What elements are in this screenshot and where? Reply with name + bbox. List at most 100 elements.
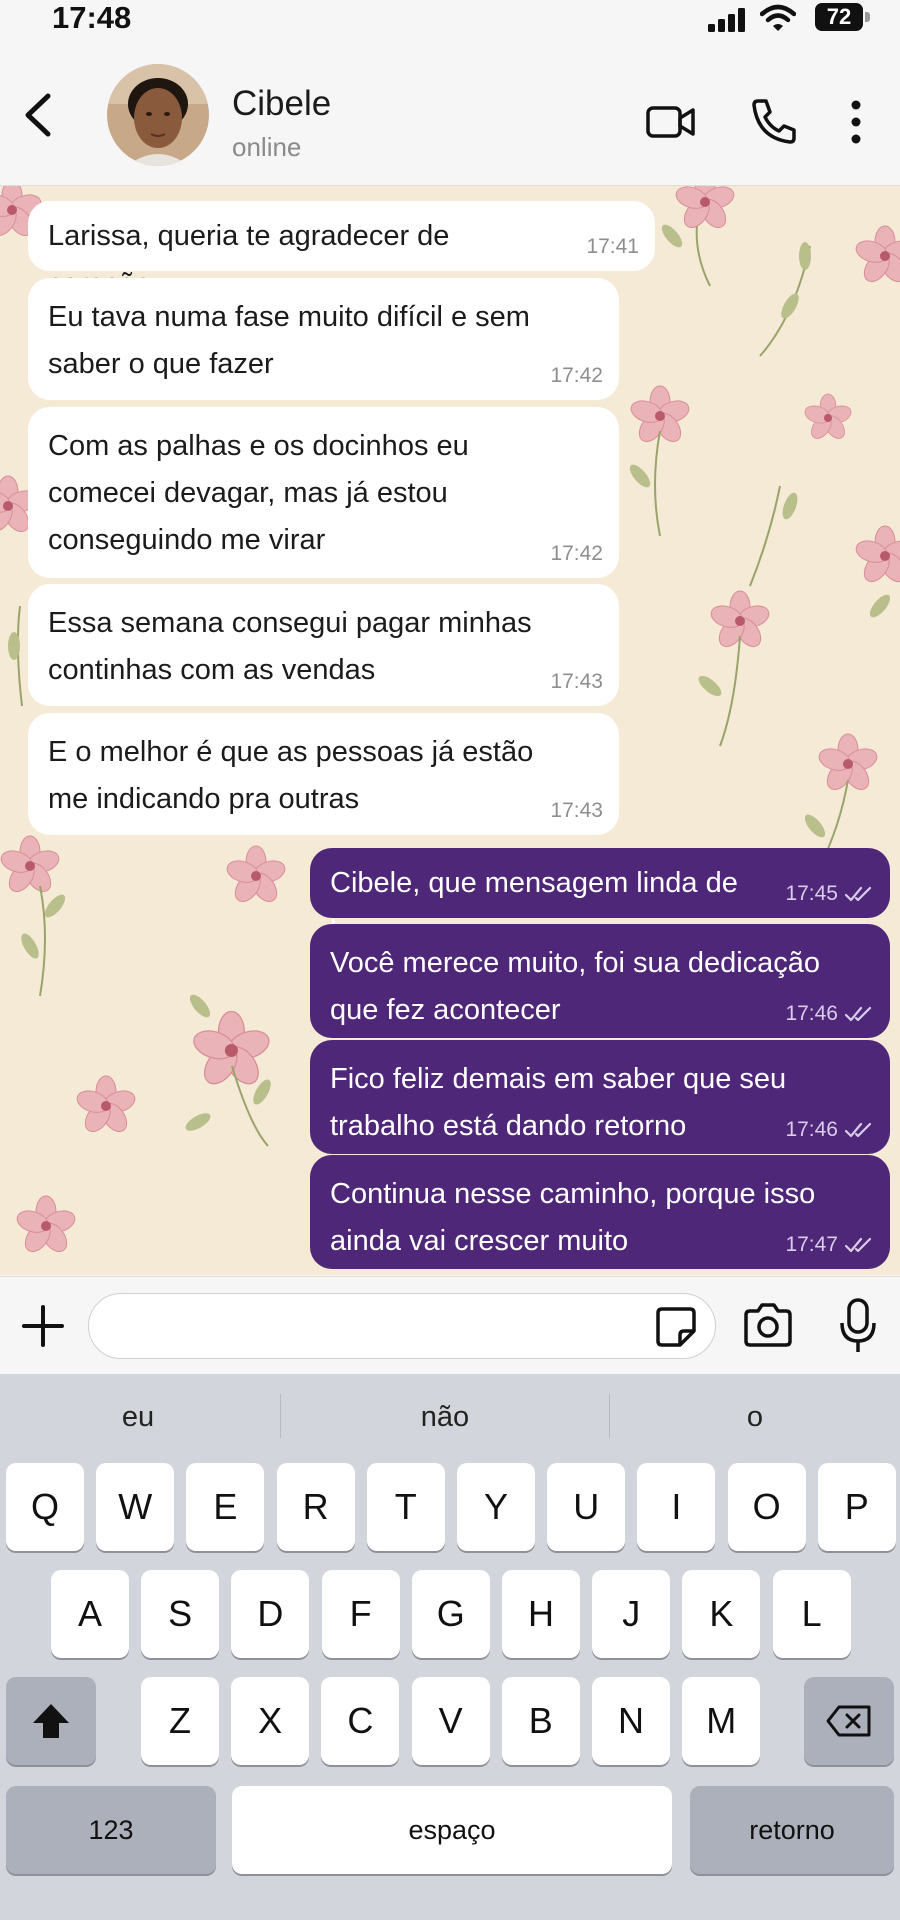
double-check-icon	[844, 887, 872, 902]
key-u[interactable]: U	[547, 1463, 626, 1551]
key-f[interactable]: F	[321, 1570, 400, 1658]
key-label: B	[528, 1700, 553, 1741]
message-text: Continua nesse caminho, porque isso aind…	[330, 1178, 816, 1257]
key-label: S	[168, 1593, 193, 1634]
key-label: W	[118, 1486, 153, 1527]
suggestion-3[interactable]: o	[610, 1374, 900, 1460]
key-e[interactable]: E	[186, 1463, 265, 1551]
key-label: A	[77, 1593, 102, 1634]
wifi-icon	[760, 4, 796, 31]
outgoing-message[interactable]: Fico feliz demais em saber que seu traba…	[310, 1040, 890, 1154]
outgoing-message[interactable]: Você merece muito, foi sua dedicação que…	[310, 924, 890, 1038]
key-w[interactable]: W	[96, 1463, 175, 1551]
key-b[interactable]: B	[501, 1677, 580, 1765]
more-icon[interactable]	[838, 98, 874, 146]
key-n[interactable]: N	[592, 1677, 670, 1765]
incoming-message[interactable]: Com as palhas e os docinhos eu comecei d…	[28, 407, 619, 578]
key-a[interactable]: A	[51, 1570, 129, 1658]
key-label: T	[394, 1486, 417, 1527]
battery-indicator: 72	[815, 3, 873, 31]
incoming-message[interactable]: Eu tava numa fase muito difícil e sem sa…	[28, 278, 619, 400]
battery-level: 72	[815, 3, 863, 31]
key-g[interactable]: G	[411, 1570, 490, 1658]
suggestion-1[interactable]: eu	[0, 1374, 276, 1460]
key-t[interactable]: T	[366, 1463, 445, 1551]
message-meta: 17:46	[785, 1118, 874, 1142]
double-check-icon	[844, 1007, 872, 1022]
backspace-icon	[826, 1705, 871, 1737]
space-key[interactable]: espaço	[232, 1786, 672, 1874]
key-i[interactable]: I	[637, 1463, 716, 1551]
sticker-icon[interactable]	[654, 1305, 698, 1349]
return-key[interactable]: retorno	[690, 1786, 894, 1874]
key-label: retorno	[749, 1815, 835, 1845]
message-time: 17:42	[550, 364, 603, 387]
incoming-message[interactable]: E o melhor é que as pessoas já estão me …	[28, 713, 619, 835]
key-o[interactable]: O	[727, 1463, 806, 1551]
key-label: U	[573, 1486, 600, 1527]
message-text: Fico feliz demais em saber que seu traba…	[330, 1063, 787, 1142]
key-l[interactable]: L	[772, 1570, 851, 1658]
outgoing-message[interactable]: Cibele, que mensagem linda de ler17:45	[310, 848, 890, 947]
key-y[interactable]: Y	[457, 1463, 535, 1551]
key-c[interactable]: C	[321, 1677, 400, 1765]
numbers-key[interactable]: 123	[6, 1786, 216, 1874]
shift-icon	[33, 1704, 69, 1738]
double-check-icon	[844, 1123, 872, 1138]
camera-icon[interactable]	[742, 1301, 794, 1349]
incoming-message[interactable]: Essa semana consegui pagar minhas contin…	[28, 584, 619, 706]
signal-icon	[708, 8, 745, 32]
key-q[interactable]: Q	[6, 1463, 84, 1551]
contact-name[interactable]: Cibele	[232, 84, 331, 124]
key-s[interactable]: S	[141, 1570, 220, 1658]
message-meta: 17:45	[785, 882, 874, 906]
message-time: 17:46	[785, 1118, 838, 1141]
key-label: H	[528, 1593, 554, 1634]
phone-icon[interactable]	[748, 96, 798, 146]
key-r[interactable]: R	[276, 1463, 355, 1551]
key-k[interactable]: K	[682, 1570, 761, 1658]
message-text: Com as palhas e os docinhos eu comecei d…	[48, 430, 469, 556]
message-input[interactable]	[88, 1293, 716, 1359]
key-label: J	[622, 1593, 641, 1634]
key-label: L	[801, 1593, 822, 1634]
message-meta: 17:47	[785, 1233, 874, 1257]
incoming-message[interactable]: Larissa, queria te agradecer de coração1…	[28, 201, 655, 300]
backspace-key[interactable]	[804, 1677, 894, 1765]
key-label: G	[436, 1593, 465, 1634]
message-meta: 17:43	[550, 799, 603, 823]
key-label: R	[302, 1486, 329, 1527]
message-time: 17:43	[550, 670, 603, 693]
key-label: C	[347, 1700, 374, 1741]
key-p[interactable]: P	[817, 1463, 896, 1551]
status-bar: 17:48 72	[0, 0, 900, 40]
key-v[interactable]: V	[411, 1677, 490, 1765]
chat-header: Cibele online	[0, 40, 900, 186]
key-label: Q	[30, 1486, 59, 1527]
outgoing-message[interactable]: Continua nesse caminho, porque isso aind…	[310, 1155, 890, 1269]
key-label: N	[618, 1700, 644, 1741]
key-j[interactable]: J	[592, 1570, 671, 1658]
key-label: Y	[483, 1486, 508, 1527]
message-text: Essa semana consegui pagar minhas contin…	[48, 607, 532, 686]
chat-area: Larissa, queria te agradecer de coração1…	[0, 186, 900, 1275]
shift-key[interactable]	[6, 1677, 96, 1765]
back-icon[interactable]	[18, 90, 58, 140]
key-x[interactable]: X	[231, 1677, 310, 1765]
plus-icon[interactable]	[18, 1301, 68, 1351]
message-time: 17:45	[785, 882, 838, 905]
key-h[interactable]: H	[502, 1570, 580, 1658]
key-m[interactable]: M	[682, 1677, 761, 1765]
video-call-icon[interactable]	[646, 102, 696, 142]
key-d[interactable]: D	[231, 1570, 310, 1658]
message-time: 17:43	[550, 799, 603, 822]
suggestion-bar: eu não o	[0, 1374, 900, 1460]
avatar[interactable]	[107, 64, 209, 166]
key-z[interactable]: Z	[141, 1677, 219, 1765]
key-label: P	[844, 1486, 869, 1527]
key-label: M	[706, 1700, 737, 1741]
suggestion-2[interactable]: não	[281, 1374, 609, 1460]
key-label: V	[438, 1700, 463, 1741]
key-label: F	[349, 1593, 372, 1634]
mic-icon[interactable]	[838, 1297, 878, 1355]
